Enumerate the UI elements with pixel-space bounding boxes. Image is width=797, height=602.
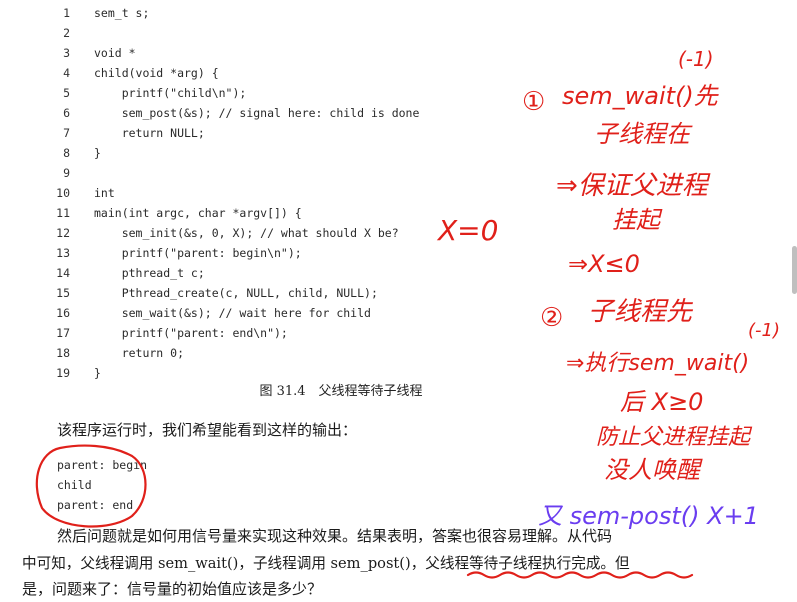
code-line: 3 void * bbox=[0, 43, 470, 63]
note-minus-one-2: (-1) bbox=[748, 320, 780, 341]
code-text: return 0; bbox=[94, 346, 185, 360]
code-line: 7 return NULL; bbox=[0, 123, 470, 143]
line-number: 10 bbox=[56, 186, 70, 200]
output-line: parent: begin bbox=[57, 458, 148, 472]
code-text: pthread_t c; bbox=[94, 266, 205, 280]
code-line: 4 child(void *arg) { bbox=[0, 63, 470, 83]
note-suspend: 挂起 bbox=[612, 206, 663, 234]
line-number: 9 bbox=[63, 166, 70, 180]
paragraph-line: 是，问题来了：信号量的初始值应该是多少？ bbox=[22, 580, 323, 598]
code-line: 10 int bbox=[0, 183, 470, 203]
code-line: 16 sem_wait(&s); // wait here for child bbox=[0, 303, 470, 323]
code-line: 2 bbox=[0, 23, 470, 43]
note-nobody-wakes: 没人唤醒 bbox=[604, 456, 703, 484]
code-text: } bbox=[94, 146, 101, 160]
paragraph-line: 中可知，父线程调用 sem_wait()，子线程调用 sem_post()，父线… bbox=[22, 555, 630, 572]
note-execute-sem-wait: ⇒执行sem_wait() bbox=[566, 351, 749, 376]
wavy-underline bbox=[466, 571, 694, 579]
code-line: 5 printf("child\n"); bbox=[0, 83, 470, 103]
code-line: 11 main(int argc, char *argv[]) { bbox=[0, 203, 470, 223]
code-text: main(int argc, char *argv[]) { bbox=[94, 206, 302, 220]
code-line: 9 bbox=[0, 163, 470, 183]
output-line: parent: end bbox=[57, 498, 134, 512]
line-number: 12 bbox=[56, 226, 70, 240]
code-line: 8} bbox=[0, 143, 470, 163]
code-text: int bbox=[94, 186, 115, 200]
note-ensure-parent: ⇒保证父进程 bbox=[556, 171, 711, 201]
code-text: void * bbox=[94, 46, 136, 60]
note-sem-wait-first: sem_wait()先 bbox=[562, 82, 720, 110]
line-number: 11 bbox=[56, 206, 70, 220]
line-number: 16 bbox=[56, 306, 70, 320]
code-line: 13 printf("parent: begin\n"); bbox=[0, 243, 470, 263]
code-text: printf("parent: end\n"); bbox=[94, 326, 288, 340]
code-line: 12 sem_init(&s, 0, X); // what should X … bbox=[0, 223, 470, 243]
code-text: return NULL; bbox=[94, 126, 205, 140]
code-text: sem_post(&s); // signal here: child is d… bbox=[94, 106, 420, 120]
paragraph-line: 然后问题就是如何用信号量来实现这种效果。结果表明，答案也很容易理解。从代码 bbox=[57, 527, 613, 545]
line-number: 1 bbox=[63, 6, 70, 20]
line-number: 6 bbox=[63, 106, 70, 120]
paragraph-intro: 该程序运行时，我们希望能看到这样的输出： bbox=[57, 421, 358, 439]
line-number: 7 bbox=[63, 126, 70, 140]
line-number: 14 bbox=[56, 266, 70, 280]
line-number: 18 bbox=[56, 346, 70, 360]
note-x-le-zero: ⇒X≤0 bbox=[568, 250, 640, 278]
note-prevent-suspend: 防止父进程挂起 bbox=[596, 425, 753, 450]
code-text: printf("parent: begin\n"); bbox=[94, 246, 302, 260]
code-line: 6 sem_post(&s); // signal here: child is… bbox=[0, 103, 470, 123]
code-line: 14 pthread_t c; bbox=[0, 263, 470, 283]
code-line: 18 return 0; bbox=[0, 343, 470, 363]
line-number: 2 bbox=[63, 26, 70, 40]
code-text: printf("child\n"); bbox=[94, 86, 247, 100]
code-text: sem_t s; bbox=[94, 6, 150, 20]
note-minus-one: (-1) bbox=[678, 47, 714, 71]
code-line: 1 sem_t s; bbox=[0, 3, 470, 23]
scrollbar-thumb[interactable] bbox=[792, 246, 797, 294]
code-text: child(void *arg) { bbox=[94, 66, 219, 80]
line-number: 4 bbox=[63, 66, 70, 80]
line-number: 17 bbox=[56, 326, 70, 340]
code-line: 17 printf("parent: end\n"); bbox=[0, 323, 470, 343]
code-text: sem_wait(&s); // wait here for child bbox=[94, 306, 371, 320]
line-number: 5 bbox=[63, 86, 70, 100]
code-text: sem_init(&s, 0, X); // what should X be? bbox=[94, 226, 399, 240]
circled-two: ② bbox=[540, 303, 563, 333]
line-number: 8 bbox=[63, 146, 70, 160]
code-line: 15 Pthread_create(c, NULL, child, NULL); bbox=[0, 283, 470, 303]
circled-one: ① bbox=[522, 87, 545, 117]
note-child-thread: 子线程在 bbox=[594, 120, 693, 148]
output-line: child bbox=[57, 478, 92, 492]
code-text: Pthread_create(c, NULL, child, NULL); bbox=[94, 286, 378, 300]
line-number: 15 bbox=[56, 286, 70, 300]
figure-caption: 图 31.4 父线程等待子线程 bbox=[259, 384, 423, 399]
line-number: 3 bbox=[63, 46, 70, 60]
note-child-first: 子线程先 bbox=[588, 297, 694, 327]
line-number: 13 bbox=[56, 246, 70, 260]
